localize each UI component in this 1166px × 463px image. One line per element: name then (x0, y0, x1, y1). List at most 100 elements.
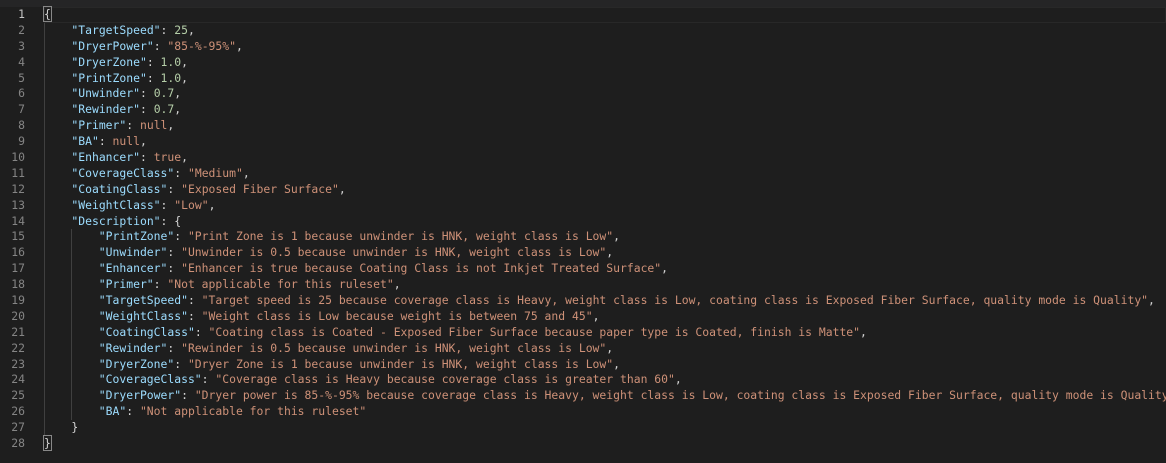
line-number: 3 (18, 38, 25, 53)
code-line[interactable]: "BA": null, (44, 134, 1166, 151)
json-string-value: "Target speed is 25 because coverage cla… (201, 293, 1149, 308)
json-string-value: "Not applicable for this ruleset" (167, 277, 394, 292)
code-line[interactable]: "PrintZone": 1.0, (44, 70, 1166, 87)
json-punctuation: : (174, 229, 188, 244)
json-string-value: "Medium" (187, 165, 243, 180)
json-string-value: "Coating class is Coated - Exposed Fiber… (208, 324, 861, 339)
line-number: 23 (11, 356, 25, 371)
json-punctuation: , (208, 197, 216, 212)
code-line[interactable]: "TargetSpeed": 25, (44, 22, 1166, 39)
indent-guide (71, 404, 73, 421)
indent-guide (71, 245, 73, 262)
json-punctuation: : (187, 293, 202, 308)
code-editor[interactable]: 1 2 3 4 5 6 7 8 9 10 11 12 13 14 15 16 17 18 19 20 21 22 23 24 2… (0, 0, 1166, 463)
indent-guide (44, 102, 45, 119)
code-line[interactable]: "CoverageClass": "Medium", (44, 165, 1166, 182)
json-punctuation: : (139, 102, 154, 117)
json-punctuation: : { (160, 213, 182, 228)
code-line[interactable]: "WeightClass": "Low", (44, 197, 1166, 214)
line-number: 8 (18, 118, 25, 133)
json-string-value: "Low" (174, 197, 209, 212)
json-string-value: "Dryer Zone is 1 because unwinder is HNK… (187, 356, 614, 371)
code-line[interactable]: "Primer": null, (44, 118, 1166, 135)
indent-guide (44, 420, 45, 437)
code-line[interactable]: "DryerPower": "Dryer power is 85-%-95% b… (44, 388, 1166, 405)
code-line[interactable]: } (43, 435, 1166, 452)
indent-guide (44, 165, 45, 182)
json-punctuation: , (393, 277, 401, 292)
json-punctuation: : (167, 261, 182, 276)
code-line[interactable]: } (44, 420, 1166, 437)
json-key: "PrintZone" (98, 229, 175, 244)
json-key: "WeightClass" (98, 308, 188, 323)
editor-top-strip (0, 0, 1166, 7)
code-line[interactable]: "BA": "Not applicable for this ruleset" (44, 404, 1166, 421)
json-punctuation: , (613, 356, 620, 371)
code-line[interactable]: "WeightClass": "Weight class is Low beca… (44, 308, 1166, 325)
indent-guide (71, 324, 73, 341)
code-line[interactable]: "PrintZone": "Print Zone is 1 because un… (44, 229, 1166, 246)
indent-guide (44, 404, 45, 421)
indent-guide (44, 150, 45, 166)
json-number-value: 0.7 (153, 102, 175, 117)
json-key: "WeightClass" (71, 197, 161, 212)
code-line[interactable]: "CoatingClass": "Coating class is Coated… (44, 324, 1166, 341)
json-punctuation: , (181, 70, 188, 85)
code-line[interactable]: "Unwinder": "Unwinder is 0.5 because unw… (44, 245, 1166, 262)
json-key: "CoatingClass" (71, 181, 168, 196)
line-number: 10 (11, 150, 25, 165)
json-punctuation: : (153, 38, 168, 53)
code-line[interactable]: "CoverageClass": "Coverage class is Heav… (44, 372, 1166, 389)
code-area[interactable]: {"TargetSpeed": 25, "DryerPower": "85-%-9… (43, 6, 1166, 452)
json-punctuation: , (661, 261, 668, 276)
code-line[interactable]: "Rewinder": "Rewinder is 0.5 because unw… (44, 340, 1166, 357)
indent-guide (44, 181, 45, 198)
json-punctuation: : (167, 181, 182, 196)
json-key: "DryerZone" (98, 356, 175, 371)
json-punctuation: : (139, 86, 154, 101)
indent-guide (44, 213, 45, 230)
line-number: 9 (18, 134, 25, 149)
line-number: 26 (11, 404, 25, 419)
json-string-value: "Enhancer is true because Coating Class … (181, 261, 662, 276)
json-key: "BA" (71, 134, 99, 149)
json-key: "Primer" (71, 118, 127, 133)
json-string-value: "85-%-95%" (167, 38, 236, 53)
line-number: 25 (11, 388, 25, 403)
line-number: 21 (11, 324, 25, 339)
code-line[interactable]: "DryerZone": "Dryer Zone is 1 because un… (44, 356, 1166, 373)
json-punctuation: , (187, 22, 195, 37)
indent-guide (44, 229, 45, 246)
json-punctuation: , (613, 229, 620, 244)
code-line[interactable]: "TargetSpeed": "Target speed is 25 becau… (44, 293, 1166, 309)
json-punctuation: , (606, 245, 614, 260)
json-punctuation: , (860, 324, 867, 339)
line-number-gutter: 1 2 3 4 5 6 7 8 9 10 11 12 13 14 15 16 17 18 19 20 21 22 23 24 2… (0, 7, 44, 452)
code-line[interactable]: "Unwinder": 0.7, (44, 86, 1166, 103)
code-line[interactable]: "Description": { (44, 213, 1166, 230)
json-number-value: 25 (174, 22, 188, 37)
code-line[interactable]: "CoatingClass": "Exposed Fiber Surface", (44, 181, 1166, 198)
json-punctuation: , (674, 372, 682, 387)
json-punctuation: , (235, 38, 243, 53)
json-string-value: true (153, 150, 182, 165)
json-punctuation: : (126, 118, 140, 133)
indent-guide (71, 261, 73, 278)
indent-guide (44, 70, 45, 87)
indent-guide (44, 324, 45, 341)
code-line[interactable]: "Enhancer": "Enhancer is true because Co… (44, 261, 1166, 278)
line-number: 1 (18, 7, 25, 21)
line-number: 5 (18, 70, 25, 85)
json-punctuation: : (194, 324, 209, 339)
code-line[interactable]: "Enhancer": true, (44, 150, 1166, 166)
code-line[interactable]: { (43, 6, 1166, 23)
json-string-value: "Not applicable for this ruleset" (139, 404, 367, 419)
line-number: 18 (11, 277, 25, 292)
json-punctuation: , (242, 165, 250, 180)
code-line[interactable]: "DryerZone": 1.0, (44, 54, 1166, 71)
json-key: "Enhancer" (98, 261, 168, 276)
code-line[interactable]: "Rewinder": 0.7, (44, 102, 1166, 119)
code-line[interactable]: "Primer": "Not applicable for this rules… (44, 277, 1166, 294)
json-punctuation: , (181, 150, 188, 165)
code-line[interactable]: "DryerPower": "85-%-95%", (44, 38, 1166, 55)
